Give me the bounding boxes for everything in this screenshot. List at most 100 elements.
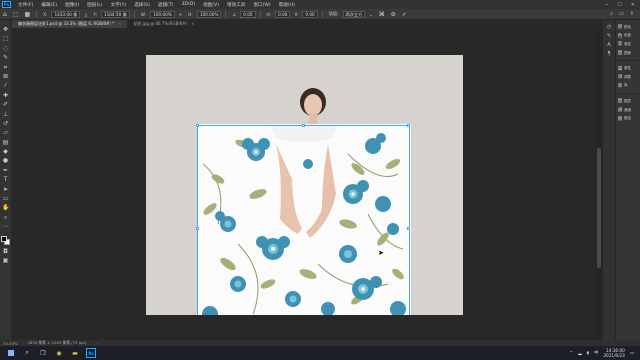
y-input[interactable]: 1164.50 像 [100,10,130,18]
maximize-icon[interactable]: ☐ [617,2,621,8]
volume-icon[interactable]: ◖ [587,351,589,356]
minimize-icon[interactable]: ─ [605,2,608,8]
panel-patterns[interactable]: 图图案 [616,49,640,58]
chevron-down-icon[interactable]: ⌄ [366,12,376,17]
document-canvas[interactable] [146,55,463,315]
transform-handle-top-left[interactable] [196,124,199,127]
crop-tool-icon[interactable]: ⌗ [2,64,9,71]
transform-handle-top[interactable] [302,124,305,127]
hand-tool-icon[interactable]: ✋ [2,204,9,211]
marquee-tool-icon[interactable]: ⬚ [2,35,9,42]
menu-file[interactable]: 文件(F) [14,2,37,8]
tab-document-jpg[interactable]: 花纹.jpg @ 66.7%(RGB/8#) × [127,20,200,28]
clock[interactable]: 14:36:00 2021/6/23 [603,348,624,358]
panel-layers[interactable]: 图图层 [616,97,640,106]
task-view-icon[interactable]: ❐ [38,348,48,358]
panel-paths[interactable]: 路路径 [616,114,640,123]
free-transform-bounding-box[interactable] [196,124,410,315]
menu-plugins[interactable]: 增效工具 [223,2,249,8]
healing-brush-icon[interactable]: ✚ [2,92,9,99]
menu-image[interactable]: 图像(I) [61,2,83,8]
start-button[interactable] [6,348,16,358]
home-icon[interactable]: ⌂ [0,11,10,18]
delta-icon[interactable]: △ [81,12,90,17]
eyedropper-icon[interactable]: ⁄ [2,82,9,89]
path-select-icon[interactable]: ➤ [2,186,9,193]
cancel-transform-icon[interactable]: ⊘ [388,11,399,18]
canvas-area[interactable]: ➤ [12,28,596,340]
menu-select[interactable]: 选择(S) [130,2,154,8]
brush-tool-icon[interactable]: ✐ [2,101,9,108]
reference-point-icon[interactable]: ▦ [21,11,33,18]
menu-layer[interactable]: 图层(L) [83,2,106,8]
network-icon[interactable]: ▂ [578,351,581,356]
gradient-tool-icon[interactable]: ▤ [2,139,9,146]
commit-transform-icon[interactable]: ✓ [399,11,410,18]
screen-mode-icon[interactable]: ▣ [2,257,9,264]
frame-tool-icon[interactable]: ⊠ [2,73,9,80]
close-icon[interactable]: × [118,21,121,26]
blur-tool-icon[interactable]: ◆ [2,148,9,155]
menu-filter[interactable]: 滤镜(T) [154,2,178,8]
history-icon[interactable]: ◷ [607,24,611,30]
search-icon[interactable]: ⌕ [610,11,613,17]
menu-view[interactable]: 视图(V) [199,2,223,8]
zoom-level[interactable]: 33.33% [3,341,17,346]
file-explorer-icon[interactable]: ▬ [70,348,80,358]
chevron-up-icon[interactable]: ⌃ [570,351,574,356]
search-icon[interactable]: ⌕ [22,348,32,358]
menu-type[interactable]: 文字(Y) [107,2,131,8]
panel-libraries[interactable]: 库库 [616,82,640,91]
quick-select-icon[interactable]: ✎ [2,54,9,61]
move-tool-icon[interactable]: ✥ [2,26,9,33]
menu-window[interactable]: 窗口(W) [249,2,274,8]
menu-edit[interactable]: 编辑(E) [37,2,61,8]
tab-document-psd[interactable]: 编衣服图层化处1.psd @ 33.3% (图层 6, RGB/8#) * × [12,20,128,28]
panel-properties[interactable]: 属属性 [616,64,640,73]
close-icon[interactable]: ✕ [631,2,635,8]
chevron-right-icon[interactable]: › [96,341,98,346]
type-tool-icon[interactable]: T [2,176,9,183]
interpolation-select[interactable]: 两次立方 [342,10,366,18]
ime-indicator[interactable]: 中 [594,350,598,356]
workspace-icon[interactable]: ▭ [619,11,624,17]
panel-gradients[interactable]: 渐渐变 [616,40,640,49]
zoom-tool-icon[interactable]: ⌕ [2,214,9,221]
photoshop-taskbar-icon[interactable]: Ps [86,348,96,358]
panel-adjustments[interactable]: 调调整 [616,73,640,82]
link-icon[interactable]: ⚭ [176,12,186,17]
paragraph-icon[interactable]: ¶ [607,51,610,57]
close-icon[interactable]: × [191,21,194,26]
panel-color[interactable]: 颜颜色 [616,23,640,32]
angle-input[interactable]: 0.00 [240,10,256,18]
quick-mask-icon[interactable]: ◘ [2,248,9,255]
scrollbar-thumb[interactable] [597,148,601,268]
character-icon[interactable]: A [607,42,610,48]
dodge-tool-icon[interactable]: ● [2,157,9,164]
menu-3d[interactable]: 3D(D) [177,2,199,7]
width-input[interactable]: 100.00% [150,10,175,18]
brush-settings-icon[interactable]: ✎ [607,33,611,39]
x-input[interactable]: 1433.00 像 [51,10,81,18]
history-brush-icon[interactable]: ↺ [2,120,9,127]
eraser-icon[interactable]: ▱ [2,129,9,136]
panel-swatches[interactable]: 色色板 [616,32,640,41]
warp-icon[interactable]: ⌘ [376,11,388,18]
pen-tool-icon[interactable]: ✒ [2,167,9,174]
chrome-icon[interactable]: ◉ [54,348,64,358]
notification-icon[interactable]: ▭ [630,351,634,356]
panel-channels[interactable]: 通通道 [616,106,640,115]
height-input[interactable]: 100.00% [196,10,222,18]
clone-stamp-icon[interactable]: ⊥ [2,111,9,118]
menu-help[interactable]: 帮助(H) [275,2,299,8]
rectangle-tool-icon[interactable]: ▭ [2,195,9,202]
lasso-tool-icon[interactable]: ◌ [2,45,9,52]
vskew-input[interactable]: 0.00 [302,10,318,18]
transform-handle-top-right[interactable] [407,124,410,127]
hskew-input[interactable]: 0.00 [275,10,291,18]
transform-handle-right[interactable] [407,227,410,230]
transform-tool-icon[interactable]: ⬚ [10,11,22,18]
foreground-color[interactable] [0,235,7,242]
more-tools-icon[interactable]: ⋯ [2,223,9,230]
transform-handle-left[interactable] [196,227,199,230]
